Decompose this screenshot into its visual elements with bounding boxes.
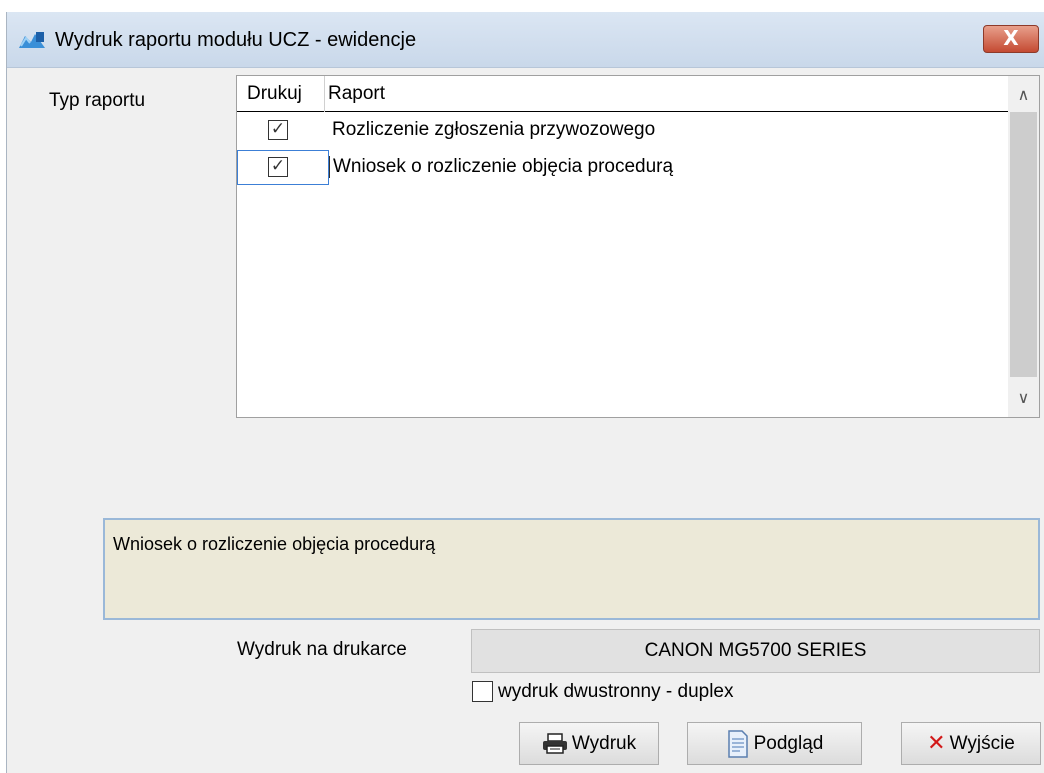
description-text: Wniosek o rozliczenie objęcia procedurą xyxy=(113,534,436,554)
exit-button-label: Wyjście xyxy=(949,733,1015,754)
table-row[interactable]: ✓ Rozliczenie zgłoszenia przywozowego xyxy=(237,113,1008,150)
preview-button[interactable]: Podgląd xyxy=(687,722,862,765)
column-header-report[interactable]: Raport xyxy=(328,83,385,105)
exit-x-icon: ✕ xyxy=(927,731,946,757)
close-icon: X xyxy=(1003,26,1019,50)
print-report-dialog: Wydruk raportu modułu UCZ - ewidencje X … xyxy=(6,12,1044,773)
preview-button-label: Podgląd xyxy=(753,733,824,754)
preview-document-icon xyxy=(727,730,748,758)
grid-header: Drukuj Raport xyxy=(237,76,1008,112)
close-button[interactable]: X xyxy=(983,25,1039,53)
print-button[interactable]: Wydruk xyxy=(519,722,659,765)
scroll-up-icon[interactable]: ∧ xyxy=(1008,78,1039,112)
vertical-scrollbar[interactable]: ∧ ∨ xyxy=(1008,76,1039,417)
print-checkbox[interactable]: ✓ xyxy=(268,120,288,140)
table-row[interactable]: ✓ Wniosek o rozliczenie objęcia procedur… xyxy=(237,150,1008,187)
report-grid[interactable]: Drukuj Raport ✓ Rozliczenie zgłoszenia p… xyxy=(236,75,1040,418)
print-button-label: Wydruk xyxy=(571,733,637,754)
printer-label: Wydruk na drukarce xyxy=(237,639,407,660)
report-name: Rozliczenie zgłoszenia przywozowego xyxy=(332,119,656,140)
duplex-label[interactable]: wydruk dwustronny - duplex xyxy=(498,681,734,703)
report-type-label: Typ raportu xyxy=(49,90,146,111)
app-icon xyxy=(19,32,45,48)
description-box: Wniosek o rozliczenie objęcia procedurą xyxy=(103,518,1040,620)
report-name: Wniosek o rozliczenie objęcia procedurą xyxy=(329,156,673,178)
print-checkbox[interactable]: ✓ xyxy=(268,157,288,177)
title-bar[interactable]: Wydruk raportu modułu UCZ - ewidencje X xyxy=(7,12,1044,68)
duplex-checkbox[interactable] xyxy=(472,681,493,702)
window-title: Wydruk raportu modułu UCZ - ewidencje xyxy=(55,29,417,51)
column-divider xyxy=(324,76,325,112)
printer-select-button[interactable]: CANON MG5700 SERIES xyxy=(471,629,1040,673)
scroll-down-icon[interactable]: ∨ xyxy=(1008,381,1039,415)
printer-icon xyxy=(542,733,567,754)
column-header-print[interactable]: Drukuj xyxy=(247,83,302,105)
scrollbar-thumb[interactable] xyxy=(1010,112,1037,377)
exit-button[interactable]: ✕ Wyjście xyxy=(901,722,1041,765)
